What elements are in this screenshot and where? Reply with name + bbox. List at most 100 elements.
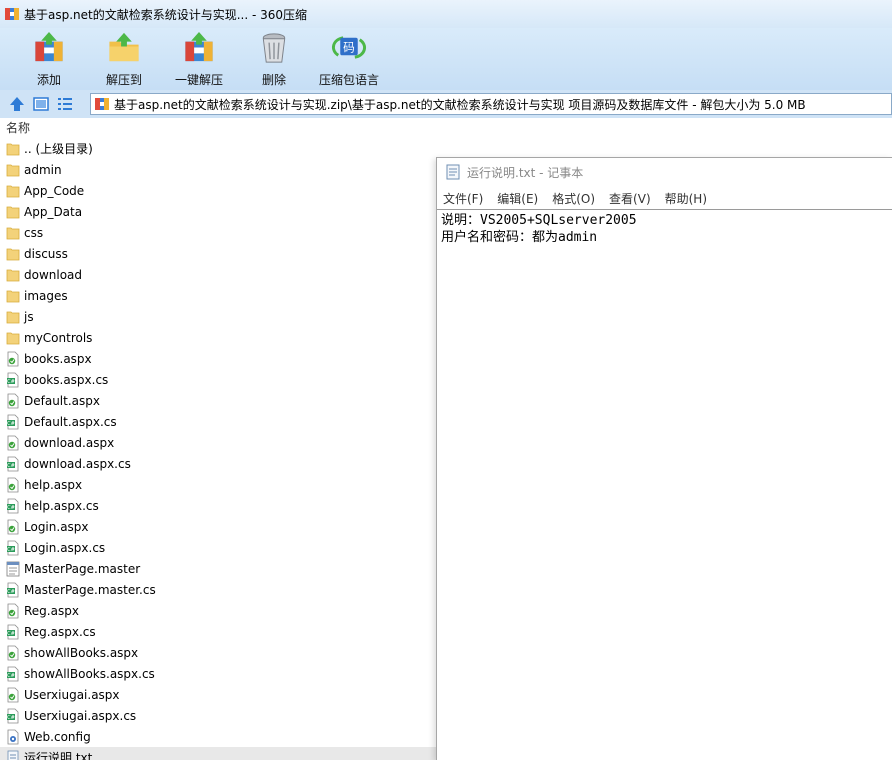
file-name: css [24,225,44,240]
file-name: .. (上级目录) [24,142,93,156]
menu-format[interactable]: 格式(O) [552,190,595,207]
file-row[interactable]: showAllBooks.aspx [0,642,440,663]
file-row[interactable]: Login.aspx [0,516,440,537]
file-name: Default.aspx [24,393,100,408]
cs-file-icon: C# [6,582,20,598]
master-file-icon [6,561,20,577]
notepad-window: 运行说明.txt - 记事本 文件(F) 编辑(E) 格式(O) 查看(V) 帮… [436,157,892,760]
folder-icon [6,330,20,346]
file-name: Reg.aspx.cs [24,624,96,639]
file-row[interactable]: C# Reg.aspx.cs [0,621,440,642]
zip-file-icon [95,98,109,110]
one-click-extract-icon [185,31,213,62]
file-row[interactable]: C# showAllBooks.aspx.cs [0,663,440,684]
file-row[interactable]: Default.aspx [0,390,440,411]
folder-icon [6,288,20,304]
file-name: myControls [24,330,93,345]
toolbar: 添加 解压到 一键解压 删除 码 压缩包语言 [0,28,892,90]
file-row[interactable]: css [0,222,440,243]
file-row[interactable]: C# Default.aspx.cs [0,411,440,432]
file-name: Default.aspx.cs [24,414,117,429]
language-icon: 码 [331,36,367,59]
menu-help[interactable]: 帮助(H) [665,190,707,207]
svg-text:C#: C# [7,715,15,721]
cs-file-icon: C# [6,498,20,514]
file-row[interactable]: discuss [0,243,440,264]
one-click-extract-button[interactable]: 一键解压 [164,28,234,88]
add-button[interactable]: 添加 [14,28,84,88]
file-row[interactable]: C# Userxiugai.aspx.cs [0,705,440,726]
file-name: help.aspx [24,477,83,492]
folder-icon [6,267,20,283]
path-field[interactable]: 基于asp.net的文献检索系统设计与实现.zip\基于asp.net的文献检索… [90,93,892,115]
file-row[interactable]: js [0,306,440,327]
aspx-file-icon [6,645,20,661]
notepad-icon [446,164,460,180]
svg-text:C#: C# [7,631,15,637]
aspx-file-icon [6,519,20,535]
trash-icon [262,33,286,63]
file-name: MasterPage.master.cs [24,582,156,597]
file-name: 运行说明.txt [24,751,93,760]
file-list: .. (上级目录) admin App_Code App_Datacss discuss… [0,138,440,760]
menu-view[interactable]: 查看(V) [609,190,651,207]
thumbnail-view-icon[interactable] [32,95,50,113]
menu-file[interactable]: 文件(F) [443,190,483,207]
notepad-text-area[interactable]: 说明：VS2005+SQLserver2005 用户名和密码：都为admin [437,209,892,760]
file-row[interactable]: App_Data [0,201,440,222]
file-row[interactable]: C# download.aspx.cs [0,453,440,474]
folder-icon [6,246,20,262]
cs-file-icon: C# [6,540,20,556]
cs-file-icon: C# [6,456,20,472]
notepad-menu-bar: 文件(F) 编辑(E) 格式(O) 查看(V) 帮助(H) [437,186,892,210]
cs-file-icon: C# [6,414,20,430]
file-name: Userxiugai.aspx [24,687,120,702]
list-view-icon[interactable] [56,95,74,113]
file-row[interactable]: MasterPage.master [0,558,440,579]
file-row[interactable]: C# help.aspx.cs [0,495,440,516]
cs-file-icon: C# [6,708,20,724]
file-row[interactable]: help.aspx [0,474,440,495]
file-name: help.aspx.cs [24,498,99,513]
file-row[interactable]: Reg.aspx [0,600,440,621]
file-row[interactable]: C# MasterPage.master.cs [0,579,440,600]
cs-file-icon: C# [6,666,20,682]
file-row[interactable]: images [0,285,440,306]
archive-language-button[interactable]: 码 压缩包语言 [314,28,384,88]
extract-to-button[interactable]: 解压到 [89,28,159,88]
folder-icon [6,309,20,325]
file-row[interactable]: admin [0,159,440,180]
aspx-file-icon [6,687,20,703]
file-name: Reg.aspx [24,603,79,618]
svg-text:C#: C# [7,379,15,385]
file-row[interactable]: .. (上级目录) [0,138,440,159]
config-file-icon [6,729,20,745]
file-name: js [24,309,34,324]
file-row[interactable]: books.aspx [0,348,440,369]
file-name: App_Code [24,183,85,198]
svg-text:C#: C# [7,589,15,595]
file-row[interactable]: download.aspx [0,432,440,453]
file-row[interactable]: C# books.aspx.cs [0,369,440,390]
file-row[interactable]: Web.config [0,726,440,747]
column-header-name[interactable]: 名称 [0,118,892,138]
file-name: Web.config [24,729,91,744]
up-arrow-icon[interactable] [8,95,26,113]
cs-file-icon: C# [6,624,20,640]
title-bar: 基于asp.net的文献检索系统设计与实现... - 360压缩 [0,0,892,28]
aspx-file-icon [6,477,20,493]
file-name: books.aspx.cs [24,372,109,387]
file-row[interactable]: myControls [0,327,440,348]
file-row[interactable]: C# Login.aspx.cs [0,537,440,558]
one-click-extract-label: 一键解压 [174,73,223,87]
file-name: showAllBooks.aspx [24,645,139,660]
extract-folder-icon [109,32,139,62]
file-row[interactable]: 运行说明.txt [0,747,440,760]
file-name: Login.aspx.cs [24,540,106,555]
file-name: MasterPage.master [24,561,141,576]
file-row[interactable]: Userxiugai.aspx [0,684,440,705]
delete-button[interactable]: 删除 [239,28,309,88]
menu-edit[interactable]: 编辑(E) [497,190,538,207]
file-row[interactable]: App_Code [0,180,440,201]
file-row[interactable]: download [0,264,440,285]
